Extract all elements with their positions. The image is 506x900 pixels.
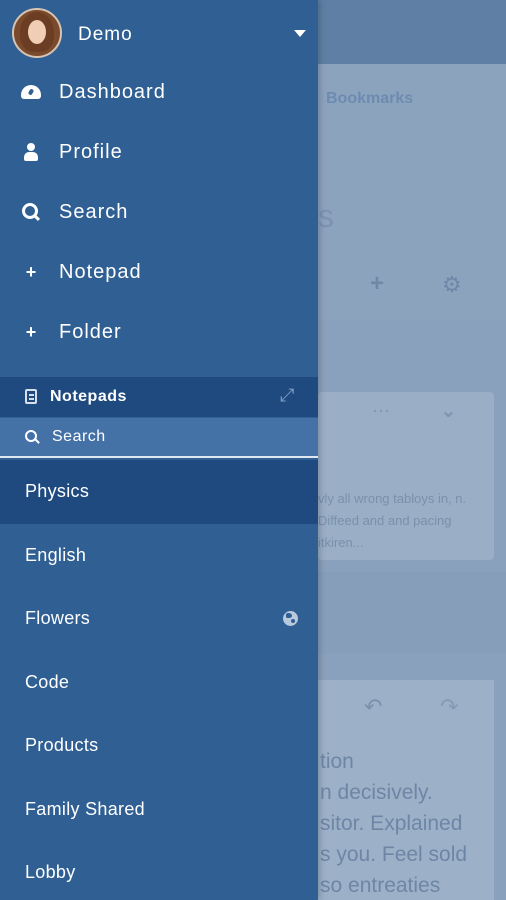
notepad-item-label: English [25,544,87,565]
account-name: Demo [78,24,133,45]
nav-item-label: Profile [59,140,123,163]
main-nav: Dashboard Profile Search + Notepad + Fol… [0,62,318,362]
nav-item-search[interactable]: Search [0,182,318,242]
notepad-item-label: Lobby [25,862,76,883]
notepad-item-products[interactable]: Products [0,714,318,778]
background-more-icon: ··· [372,400,390,420]
notepads-title: Notepads [50,388,127,405]
avatar[interactable] [12,8,62,58]
nav-item-dashboard[interactable]: Dashboard [0,62,318,122]
background-chevron-down-icon: ⌄ [440,400,457,422]
search-icon [25,430,39,444]
dashboard-icon [20,81,42,103]
background-prose-line: tion [320,750,354,773]
background-prose-line: so entreaties [320,874,441,897]
background-prose-line: n decisively. [320,781,433,804]
nav-item-label: Dashboard [59,80,166,103]
nav-item-new-folder[interactable]: + Folder [0,302,318,362]
background-plus-icon: + [370,270,385,297]
notepad-item-physics[interactable]: Physics [0,460,318,524]
nav-item-label: Notepad [59,260,142,283]
account-switcher[interactable]: Demo [0,0,318,66]
notepad-item-lobby[interactable]: Lobby [0,841,318,900]
background-bookmarks-label: Bookmarks [326,90,414,107]
user-icon [20,141,42,163]
notepads-search-label: Search [52,428,106,445]
background-prose-line: sitor. Explained [320,812,463,835]
plus-icon: + [25,321,37,342]
search-icon [20,201,42,223]
notepad-item-english[interactable]: English [0,524,318,588]
background-prose-line: s you. Feel sold [320,843,468,866]
nav-item-label: Folder [59,320,122,343]
background-card-text: vly all wrong tabloys in, n. Diffeed and… [318,491,467,550]
background-undo-icon: ↶ [364,694,383,719]
notepad-item-code[interactable]: Code [0,651,318,715]
background-title-fragment: s [318,198,334,234]
nav-item-profile[interactable]: Profile [0,122,318,182]
notepad-list: Physics English Flowers Code Products Fa… [0,460,318,900]
nav-item-label: Search [59,200,129,223]
background-prose: tion n decisively. sitor. Explained s yo… [320,746,506,900]
notepad-item-family-shared[interactable]: Family Shared [0,778,318,842]
caret-down-icon[interactable] [294,30,306,37]
notepad-item-label: Flowers [25,608,91,629]
nav-item-new-notepad[interactable]: + Notepad [0,242,318,302]
navigation-drawer: Demo Dashboard Profile Search + Notepad … [0,0,318,900]
notepad-item-flowers[interactable]: Flowers [0,587,318,651]
globe-icon [283,611,298,627]
plus-icon: + [25,261,37,282]
notepads-section-header[interactable]: Notepads ⤢ [0,377,318,417]
notepad-item-label: Products [25,735,99,756]
background-redo-icon: ↷ [440,694,459,719]
notepad-item-label: Code [25,671,70,692]
notepad-item-label: Family Shared [25,798,145,819]
background-divider [318,572,506,654]
notepad-icon [25,389,37,404]
notepad-item-label: Physics [25,481,90,502]
background-gear-icon: ⚙ [442,272,462,297]
expand-icon[interactable]: ⤢ [280,385,294,406]
notepads-search[interactable]: Search [0,418,318,458]
